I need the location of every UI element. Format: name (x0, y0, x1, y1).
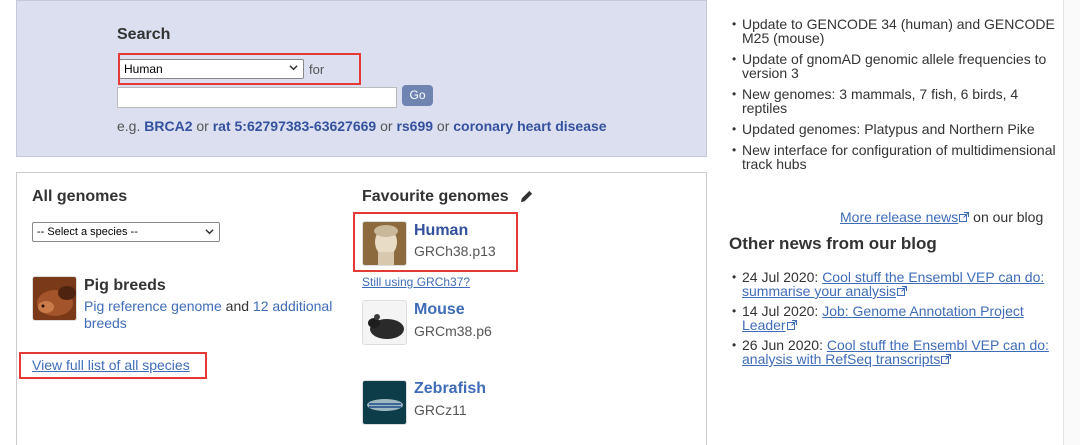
favourite-genomes-title: Favourite genomes (362, 188, 509, 205)
favourite-species-assembly: GRCz11 (414, 402, 467, 418)
search-title: Search (117, 26, 171, 43)
list-item: 24 Jul 2020: Cool stuff the Ensembl VEP … (732, 270, 1062, 298)
search-examples: e.g. BRCA2 or rat 5:62797383-63627669 or… (117, 118, 607, 134)
blog-list: 24 Jul 2020: Cool stuff the Ensembl VEP … (732, 270, 1062, 372)
mouse-thumbnail[interactable] (362, 300, 407, 345)
external-link-icon (959, 212, 970, 222)
zebrafish-thumbnail[interactable] (362, 380, 407, 425)
example-link-coronary[interactable]: coronary heart disease (453, 118, 606, 134)
scrollbar[interactable] (1063, 0, 1080, 445)
more-release-news: More release news on our blog (840, 209, 1043, 225)
release-news-list: Update to GENCODE 34 (human) and GENCODE… (732, 17, 1062, 178)
more-release-news-link[interactable]: More release news (840, 209, 958, 225)
or-text: or (436, 118, 450, 134)
example-link-brca2[interactable]: BRCA2 (144, 118, 192, 134)
select-species-dropdown[interactable]: -- Select a species -- (32, 222, 220, 242)
select-species-value: -- Select a species -- (37, 226, 138, 238)
and-text: and (225, 298, 250, 314)
list-item: Update to GENCODE 34 (human) and GENCODE… (732, 17, 1062, 45)
all-genomes-title: All genomes (32, 188, 128, 205)
pig-breeds-title[interactable]: Pig breeds (84, 277, 166, 295)
favourite-species-assembly: GRCm38.p6 (414, 323, 492, 339)
list-item: New genomes: 3 mammals, 7 fish, 6 birds,… (732, 87, 1062, 115)
pig-breeds-description: Pig reference genome and 12 additional b… (84, 298, 344, 332)
chevron-down-icon (205, 229, 214, 235)
examples-prefix: e.g. (117, 118, 141, 134)
list-item: 26 Jun 2020: Cool stuff the Ensembl VEP … (732, 338, 1062, 366)
highlight-box-view-all (19, 352, 207, 379)
list-item: New interface for configuration of multi… (732, 143, 1062, 171)
search-input[interactable] (117, 87, 397, 108)
pencil-icon[interactable] (519, 189, 534, 204)
go-button[interactable]: Go (402, 85, 433, 106)
highlight-box-search (118, 53, 361, 85)
grch37-link[interactable]: Still using GRCh37? (362, 275, 470, 289)
list-item: Update of gnomAD genomic allele frequenc… (732, 52, 1062, 80)
pig-thumbnail[interactable] (32, 276, 77, 321)
blog-title: Other news from our blog (729, 234, 937, 253)
more-news-suffix: on our blog (973, 209, 1044, 225)
example-link-rs699[interactable]: rs699 (396, 118, 433, 134)
or-text: or (380, 118, 393, 134)
favourite-species-name[interactable]: Mouse (414, 301, 465, 319)
external-link-icon (941, 354, 952, 364)
favourite-species-name[interactable]: Zebrafish (414, 380, 486, 398)
or-text: or (196, 118, 209, 134)
external-link-icon (897, 286, 908, 296)
pig-reference-link[interactable]: Pig reference genome (84, 298, 222, 314)
example-link-rat-region[interactable]: rat 5:62797383-63627669 (213, 118, 376, 134)
external-link-icon (786, 320, 797, 330)
highlight-box-human (353, 212, 518, 272)
list-item: 14 Jul 2020: Job: Genome Annotation Proj… (732, 304, 1062, 332)
list-item: Updated genomes: Platypus and Northern P… (732, 122, 1062, 136)
